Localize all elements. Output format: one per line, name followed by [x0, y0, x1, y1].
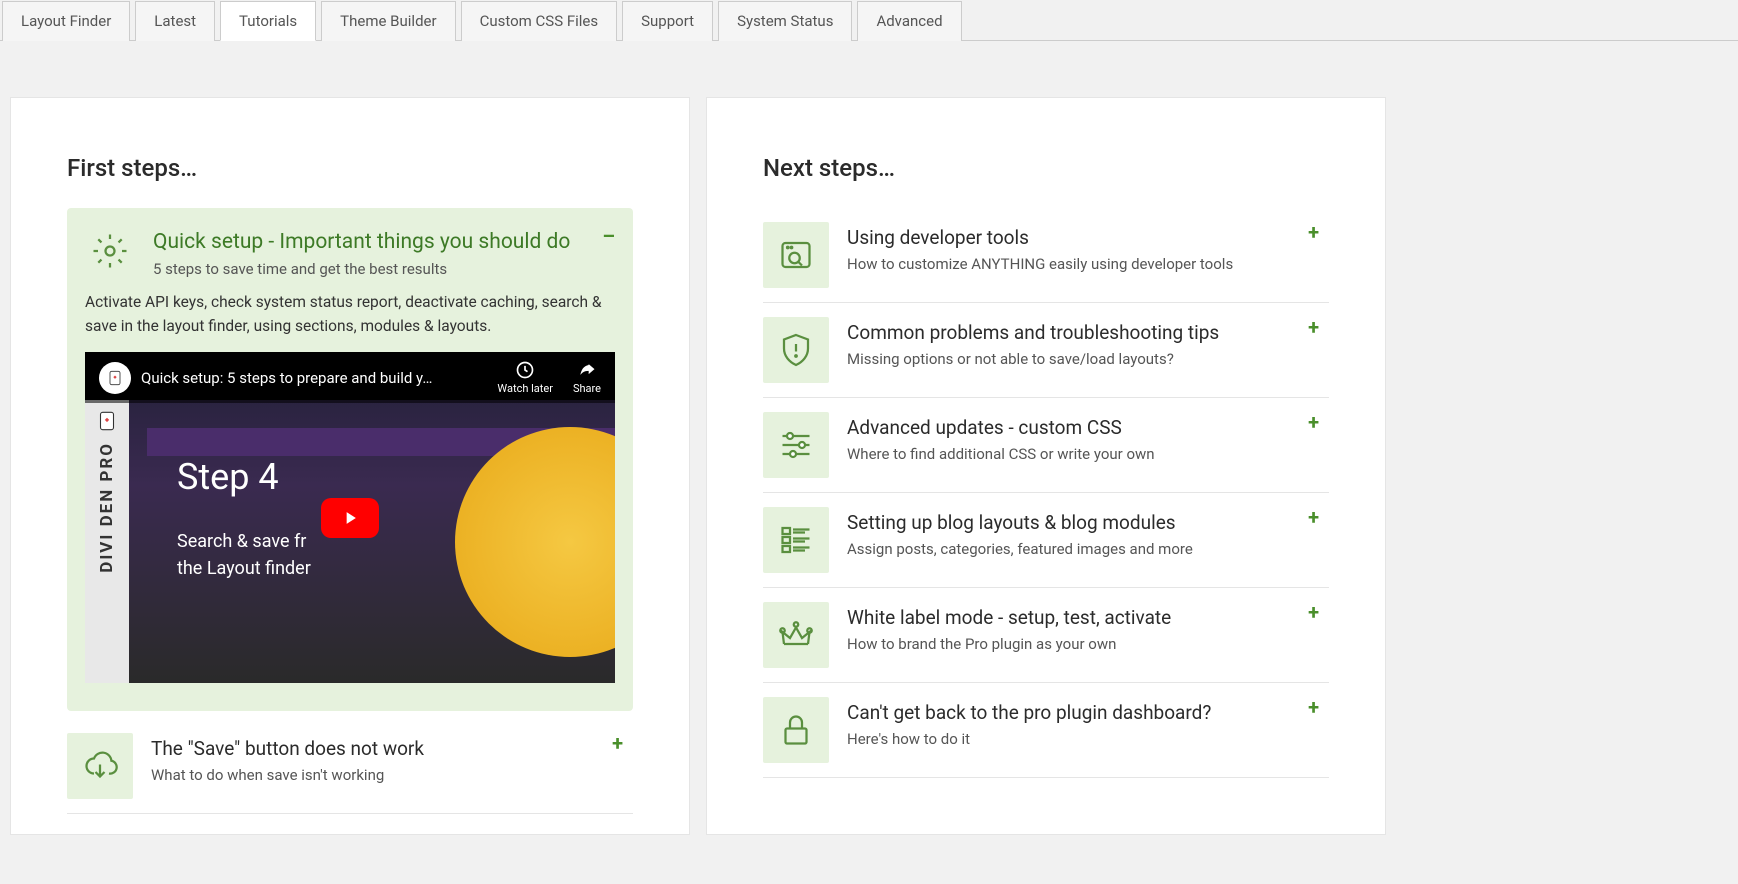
accordion-subtitle: How to brand the Pro plugin as your own [847, 635, 1329, 653]
accordion-item: The "Save" button does not work What to d… [67, 719, 633, 814]
expand-icon[interactable]: + [612, 733, 623, 753]
accordion-header[interactable]: White label mode - setup, test, activate… [763, 588, 1329, 682]
expand-icon[interactable]: + [1308, 602, 1319, 622]
first-steps-panel: First steps… Quick setup - Important thi… [10, 97, 690, 835]
cloud-download-icon [67, 733, 133, 799]
accordion-subtitle: Where to find additional CSS or write yo… [847, 445, 1329, 463]
browser-search-icon [763, 222, 829, 288]
collapse-icon[interactable]: – [602, 226, 615, 246]
play-button[interactable] [321, 498, 379, 538]
next-steps-panel: Next steps… Using developer tools How to … [706, 97, 1386, 835]
next-steps-heading: Next steps… [763, 154, 1329, 182]
accordion-subtitle: Missing options or not able to save/load… [847, 350, 1329, 368]
accordion-title: Quick setup - Important things you shoul… [153, 230, 615, 254]
video-step-title: Step 4 [177, 456, 279, 498]
accordion-title: The "Save" button does not work [151, 737, 633, 760]
video-brand-text: DIVI DEN PRO [97, 442, 117, 573]
expand-icon[interactable]: + [1308, 412, 1319, 432]
accordion-title: Can't get back to the pro plugin dashboa… [847, 701, 1329, 724]
accordion-subtitle: What to do when save isn't working [151, 766, 633, 784]
crown-icon [763, 602, 829, 668]
accordion-item: Can't get back to the pro plugin dashboa… [763, 683, 1329, 778]
accordion-subtitle: 5 steps to save time and get the best re… [153, 260, 615, 278]
accordion-item: Using developer tools How to customize AN… [763, 208, 1329, 303]
accordion-header[interactable]: Can't get back to the pro plugin dashboa… [763, 683, 1329, 777]
expand-icon[interactable]: + [1308, 507, 1319, 527]
video-sidebar: DIVI DEN PRO [85, 400, 129, 683]
accordion-header[interactable]: Setting up blog layouts & blog modules As… [763, 493, 1329, 587]
tab-theme-builder[interactable]: Theme Builder [321, 1, 455, 41]
video-channel-logo[interactable] [99, 362, 131, 394]
accordion-header[interactable]: The "Save" button does not work What to d… [67, 719, 633, 813]
tab-advanced[interactable]: Advanced [857, 1, 961, 41]
share-button[interactable]: Share [573, 360, 601, 395]
accordion-title: Advanced updates - custom CSS [847, 416, 1329, 439]
tab-support[interactable]: Support [622, 1, 713, 41]
tab-latest[interactable]: Latest [135, 1, 215, 41]
accordion-title: Common problems and troubleshooting tips [847, 321, 1329, 344]
expand-icon[interactable]: + [1308, 317, 1319, 337]
panels-row: First steps… Quick setup - Important thi… [0, 41, 1738, 835]
video-top-bar: Quick setup: 5 steps to prepare and buil… [85, 352, 615, 403]
video-embed[interactable]: Quick setup: 5 steps to prepare and buil… [85, 352, 615, 683]
accordion-title: White label mode - setup, test, activate [847, 606, 1329, 629]
tab-layout-finder[interactable]: Layout Finder [2, 1, 130, 41]
accordion-title: Setting up blog layouts & blog modules [847, 511, 1329, 534]
accordion-item: White label mode - setup, test, activate… [763, 588, 1329, 683]
tab-custom-css-files[interactable]: Custom CSS Files [461, 1, 618, 41]
accordion-subtitle: Assign posts, categories, featured image… [847, 540, 1329, 558]
accordion-body: Activate API keys, check system status r… [85, 290, 615, 693]
expand-icon[interactable]: + [1308, 222, 1319, 242]
first-steps-heading: First steps… [67, 154, 633, 182]
watch-later-button[interactable]: Watch later [497, 360, 553, 395]
accordion-item: Common problems and troubleshooting tips… [763, 303, 1329, 398]
accordion-item: Setting up blog layouts & blog modules As… [763, 493, 1329, 588]
accordion-item: Quick setup - Important things you shoul… [67, 208, 633, 711]
tab-tutorials[interactable]: Tutorials [220, 1, 316, 41]
tabs-bar: Layout FinderLatestTutorialsTheme Builde… [0, 0, 1738, 41]
expand-icon[interactable]: + [1308, 697, 1319, 717]
accordion-subtitle: How to customize ANYTHING easily using d… [847, 255, 1329, 273]
sliders-icon [763, 412, 829, 478]
accordion-header[interactable]: Quick setup - Important things you shoul… [85, 226, 615, 290]
video-title: Quick setup: 5 steps to prepare and buil… [141, 369, 432, 387]
list-layout-icon [763, 507, 829, 573]
shield-alert-icon [763, 317, 829, 383]
video-body: Step 4 Search & save frthe Layout finder [129, 400, 615, 683]
accordion-title: Using developer tools [847, 226, 1329, 249]
accordion-item: Advanced updates - custom CSS Where to fi… [763, 398, 1329, 493]
accordion-header[interactable]: Common problems and troubleshooting tips… [763, 303, 1329, 397]
lock-icon [763, 697, 829, 763]
video-step-caption: Search & save frthe Layout finder [177, 528, 311, 582]
tab-system-status[interactable]: System Status [718, 1, 852, 41]
accordion-header[interactable]: Using developer tools How to customize AN… [763, 208, 1329, 302]
gear-icon [85, 226, 135, 276]
accordion-header[interactable]: Advanced updates - custom CSS Where to fi… [763, 398, 1329, 492]
accordion-description: Activate API keys, check system status r… [85, 290, 615, 338]
accordion-subtitle: Here's how to do it [847, 730, 1329, 748]
